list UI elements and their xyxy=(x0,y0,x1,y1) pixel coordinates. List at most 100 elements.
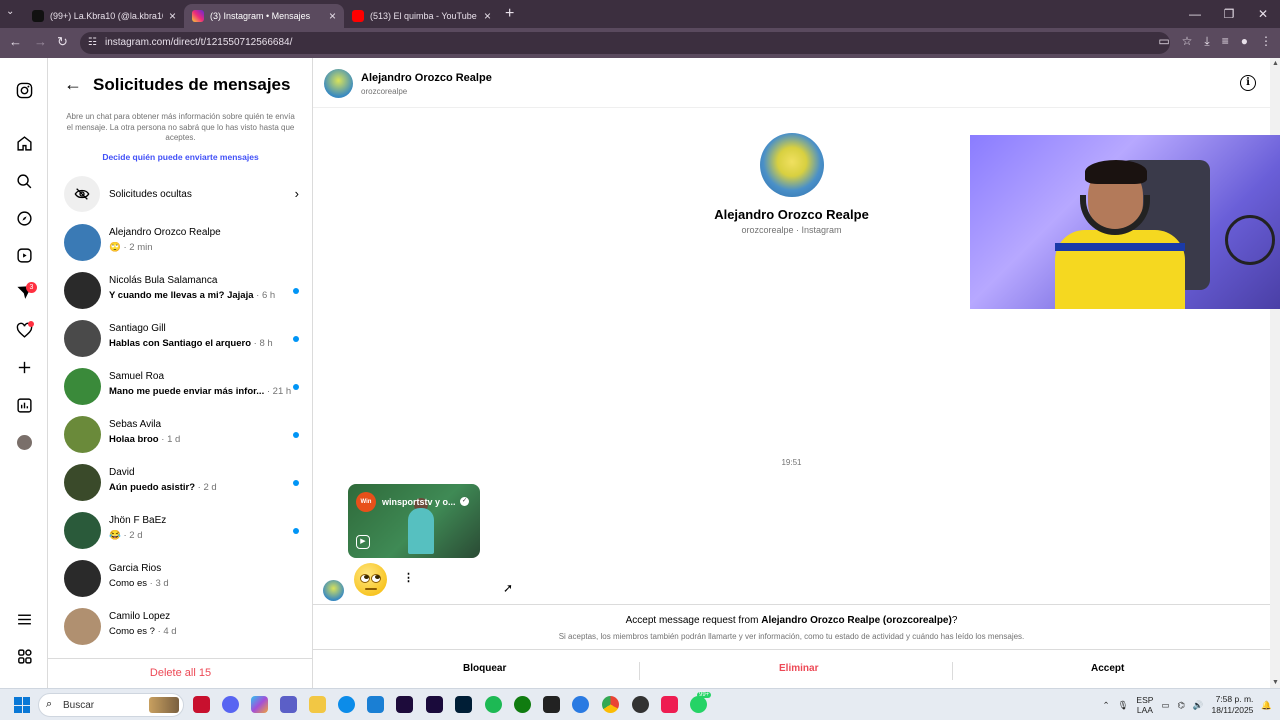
scroll-up-icon[interactable]: ▲ xyxy=(1272,60,1279,67)
tab-youtube[interactable]: (513) El quimba - YouTube × xyxy=(344,4,499,28)
file-explorer-icon[interactable] xyxy=(309,696,326,713)
discord-icon[interactable] xyxy=(222,696,239,713)
request-thread[interactable]: Santiago Gill Hablas con Santiago el arqu… xyxy=(64,320,299,358)
url-text: instagram.com/direct/t/121550712566684/ xyxy=(105,37,293,48)
cast-icon[interactable]: ▭ xyxy=(1158,34,1169,49)
network-icon[interactable]: ⌬ xyxy=(1177,700,1184,711)
app-icon-1[interactable] xyxy=(193,696,210,713)
premiere-icon[interactable] xyxy=(426,696,443,713)
thread-preview: Como es · 3 d xyxy=(109,578,294,589)
scroll-down-icon[interactable]: ▼ xyxy=(1272,679,1279,686)
request-thread[interactable]: David Aún puedo asistir? · 2 d xyxy=(64,464,299,502)
tab-instagram-messages[interactable]: (3) Instagram • Mensajes × xyxy=(184,4,344,28)
block-button[interactable]: Bloquear xyxy=(463,663,506,674)
url-field[interactable]: ☷ instagram.com/direct/t/121550712566684… xyxy=(80,32,1170,54)
photoshop-icon[interactable] xyxy=(455,696,472,713)
address-bar-row: ← → ↻ ☷ instagram.com/direct/t/121550712… xyxy=(0,28,1280,58)
dashboard-icon[interactable] xyxy=(14,395,34,415)
spotify-icon[interactable] xyxy=(485,696,502,713)
thread-name: Sebas Avila xyxy=(109,419,162,430)
thread-preview: Como es ? · 4 d xyxy=(109,626,294,637)
delete-button[interactable]: Eliminar xyxy=(779,663,818,674)
close-window-icon[interactable]: ✕ xyxy=(1246,0,1280,28)
tab-search-icon[interactable]: ⌄ xyxy=(6,6,14,17)
request-thread[interactable]: Samuel Roa Mano me puede enviar más infor… xyxy=(64,368,299,406)
after-effects-icon[interactable] xyxy=(396,696,413,713)
new-tab-icon[interactable]: + xyxy=(505,5,514,23)
accept-button[interactable]: Accept xyxy=(1091,663,1124,674)
request-thread[interactable]: Alejandro Orozco Realpe 🙄 · 2 min xyxy=(64,224,299,262)
reel-thumbnail-player xyxy=(408,508,434,554)
thread-time: · 2 min xyxy=(120,242,153,253)
notification-bell-icon[interactable]: 🔔 xyxy=(1261,700,1272,711)
obs-icon[interactable] xyxy=(632,696,649,713)
windows-start-icon[interactable] xyxy=(14,697,30,713)
back-arrow-icon[interactable]: ← xyxy=(64,74,82,95)
edge-icon[interactable] xyxy=(338,696,355,713)
instagram-logo-icon[interactable] xyxy=(14,80,34,100)
close-tab-icon[interactable]: × xyxy=(169,9,176,23)
teams-icon[interactable] xyxy=(280,696,297,713)
hidden-requests-row[interactable]: Solicitudes ocultas › xyxy=(64,176,299,212)
chrome-icon[interactable] xyxy=(602,696,619,713)
thread-avatar xyxy=(64,512,101,549)
request-thread[interactable]: Nicolás Bula Salamanca Y cuando me llevas… xyxy=(64,272,299,310)
request-thread[interactable]: Garcia Rios Como es · 3 d xyxy=(64,560,299,598)
meta-apps-icon[interactable] xyxy=(14,646,34,666)
display-icon[interactable]: ▭ xyxy=(1161,700,1169,711)
profile-icon[interactable]: ● xyxy=(1241,34,1248,49)
chat-header: Alejandro Orozco Realpe orozcorealpe i xyxy=(313,58,1280,108)
bookmark-star-icon[interactable]: ☆ xyxy=(1182,34,1193,49)
volume-icon[interactable]: 🔊 xyxy=(1193,700,1204,711)
tiktok-icon[interactable] xyxy=(661,696,678,713)
header-username: orozcorealpe xyxy=(361,87,408,96)
menu-icon[interactable]: ⋮ xyxy=(1260,34,1272,49)
accept-request-bar: Accept message request from Alejandro Or… xyxy=(313,604,1280,688)
unread-dot xyxy=(293,288,299,294)
delete-all-button[interactable]: Delete all 15 xyxy=(48,658,313,688)
request-thread[interactable]: Jhön F BaEz 😂 · 2 d xyxy=(64,512,299,550)
profile-avatar[interactable] xyxy=(17,435,32,450)
header-name[interactable]: Alejandro Orozco Realpe xyxy=(361,72,492,84)
download-icon[interactable]: ⤓ xyxy=(1204,34,1209,49)
taskbar-search-placeholder: Buscar xyxy=(63,700,95,711)
close-tab-icon[interactable]: × xyxy=(484,9,491,23)
restore-icon[interactable]: ❐ xyxy=(1212,0,1246,28)
home-icon[interactable] xyxy=(14,133,34,153)
taskbar-search[interactable]: ⌕ Buscar xyxy=(38,693,184,717)
message-options-icon[interactable]: ⋮ xyxy=(403,571,414,584)
store-icon[interactable] xyxy=(367,696,384,713)
microphone-icon[interactable]: 🎙 xyxy=(1118,700,1129,711)
copilot-icon[interactable] xyxy=(251,696,268,713)
site-info-icon[interactable]: ☷ xyxy=(88,37,97,48)
back-icon[interactable]: ← xyxy=(9,34,22,49)
app-icon-2[interactable] xyxy=(572,696,589,713)
close-tab-icon[interactable]: × xyxy=(329,9,336,23)
profile-large-avatar[interactable] xyxy=(760,133,824,197)
shared-reel[interactable]: Win winsportstv y o... ✓ ▶ xyxy=(348,484,480,558)
forward-icon[interactable]: → xyxy=(34,34,47,49)
thread-preview: 🙄 · 2 min xyxy=(109,242,294,253)
more-menu-icon[interactable] xyxy=(14,609,34,629)
xbox-icon[interactable] xyxy=(514,696,531,713)
request-thread[interactable]: Sebas Avila Holaa broo · 1 d xyxy=(64,416,299,454)
minimize-icon[interactable]: — xyxy=(1178,0,1212,28)
language-indicator[interactable]: ESP LAA xyxy=(1136,695,1153,715)
info-icon[interactable]: i xyxy=(1240,75,1256,91)
tray-chevron-icon[interactable]: ⌃ xyxy=(1103,700,1110,711)
search-icon[interactable] xyxy=(14,171,34,191)
sender-avatar[interactable] xyxy=(323,580,344,601)
who-can-message-link[interactable]: Decide quién puede enviarte mensajes xyxy=(48,152,313,162)
tab-instagram-profile[interactable]: (99+) La.Kbra10 (@la.kbra10) | T × xyxy=(24,4,184,28)
request-thread[interactable]: Camilo Lopez Como es ? · 4 d xyxy=(64,608,299,646)
whatsapp-icon[interactable] xyxy=(690,696,707,713)
reels-icon[interactable] xyxy=(14,245,34,265)
clock[interactable]: 7:58 p. m. 18/11/2025 xyxy=(1211,694,1253,716)
header-avatar[interactable] xyxy=(324,69,353,98)
media-icon[interactable]: ≡ xyxy=(1222,34,1229,49)
explore-icon[interactable] xyxy=(14,208,34,228)
capcut-icon[interactable] xyxy=(543,696,560,713)
unread-dot xyxy=(293,528,299,534)
reload-icon[interactable]: ↻ xyxy=(57,34,68,50)
create-icon[interactable] xyxy=(14,357,34,377)
